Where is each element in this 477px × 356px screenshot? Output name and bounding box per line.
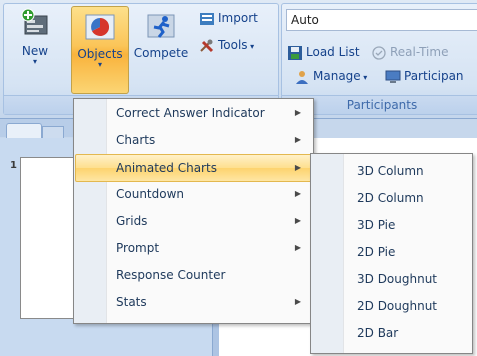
submenu-arrow-icon: ▶: [294, 108, 301, 117]
menu-item-label: 3D Pie: [357, 218, 396, 232]
menu-item-2d-pie[interactable]: 2D Pie: [313, 239, 470, 265]
menu-item-correct-answer-indicator[interactable]: Correct Answer Indicator ▶: [76, 100, 311, 126]
realtime-label: Real-Time: [390, 45, 449, 59]
menu-item-label: 3D Column: [357, 164, 424, 178]
chevron-down-icon: ▾: [360, 73, 368, 82]
objects-button[interactable]: Objects ▾: [71, 6, 129, 94]
tools-icon: [200, 39, 214, 52]
monitor-icon: [385, 70, 401, 83]
menu-item-animated-charts[interactable]: Animated Charts ▶: [75, 154, 312, 182]
manage-button[interactable]: Manage ▾: [294, 67, 367, 85]
chevron-down-icon: ▾: [97, 60, 102, 69]
submenu-arrow-icon: ▶: [294, 189, 301, 198]
save-disk-icon: [288, 45, 302, 60]
compete-button[interactable]: Compete: [131, 6, 191, 92]
menu-item-prompt[interactable]: Prompt ▶: [76, 235, 311, 261]
menu-item-3d-column[interactable]: 3D Column: [313, 158, 470, 184]
menu-item-2d-bar[interactable]: 2D Bar: [313, 320, 470, 346]
import-button[interactable]: Import: [199, 9, 258, 27]
menu-item-label: Stats: [116, 295, 147, 309]
menu-item-label: 2D Pie: [357, 245, 396, 259]
new-label: New: [21, 44, 49, 58]
menu-item-label: 2D Column: [357, 191, 424, 205]
import-label: Import: [218, 11, 258, 25]
new-icon: [21, 8, 48, 35]
objects-menu: Correct Answer Indicator ▶ Charts ▶ Anim…: [73, 98, 314, 324]
menu-item-label: Animated Charts: [116, 161, 217, 175]
realtime-button[interactable]: Real-Time: [371, 43, 448, 61]
tools-button[interactable]: Tools ▾: [199, 36, 254, 54]
menu-item-response-counter[interactable]: Response Counter: [76, 262, 311, 288]
submenu-arrow-icon: ▶: [294, 216, 301, 225]
animated-charts-submenu: 3D Column 2D Column 3D Pie 2D Pie 3D Dou…: [310, 153, 473, 354]
manage-label: Manage: [313, 69, 361, 83]
menu-item-label: 2D Bar: [357, 326, 399, 340]
load-list-button[interactable]: Load List: [287, 43, 360, 61]
menu-item-3d-pie[interactable]: 3D Pie: [313, 212, 470, 238]
menu-item-label: Correct Answer Indicator: [116, 106, 265, 120]
runner-icon: [147, 14, 175, 38]
menu-item-label: Charts: [116, 133, 156, 147]
menu-item-label: 2D Doughnut: [357, 299, 438, 313]
submenu-arrow-icon: ▶: [294, 243, 301, 252]
submenu-arrow-icon: ▶: [294, 297, 301, 306]
menu-item-2d-doughnut[interactable]: 2D Doughnut: [313, 293, 470, 319]
participants-button[interactable]: Participan: [385, 67, 464, 85]
new-button[interactable]: New ▾: [10, 6, 60, 92]
menu-item-label: Grids: [116, 214, 148, 228]
slides-tab[interactable]: [6, 123, 42, 138]
chevron-down-icon: ▾: [32, 57, 37, 66]
chevron-down-icon: ▾: [247, 42, 255, 51]
menu-item-countdown[interactable]: Countdown ▶: [76, 181, 311, 207]
submenu-arrow-icon: ▶: [294, 135, 301, 144]
menu-item-label: 3D Doughnut: [357, 272, 438, 286]
objects-label: Objects: [77, 47, 123, 61]
submenu-arrow-icon: ▶: [294, 163, 301, 172]
import-icon: [200, 12, 214, 25]
menu-item-label: Countdown: [116, 187, 185, 201]
load-list-label: Load List: [306, 45, 360, 59]
auto-input[interactable]: Auto: [286, 9, 477, 31]
menu-item-label: Prompt: [116, 241, 160, 255]
chart-pie-icon: [85, 14, 115, 40]
outline-tab[interactable]: [42, 126, 64, 138]
clock-check-icon: [372, 45, 386, 60]
menu-item-2d-column[interactable]: 2D Column: [313, 185, 470, 211]
menu-item-grids[interactable]: Grids ▶: [76, 208, 311, 234]
participants-label: Participan: [404, 69, 464, 83]
user-icon: [296, 70, 308, 84]
menu-item-label: Response Counter: [116, 268, 226, 282]
slide-number: 1: [10, 160, 17, 171]
tools-label: Tools: [218, 38, 248, 52]
menu-item-stats[interactable]: Stats ▶: [76, 289, 311, 315]
compete-label: Compete: [133, 46, 189, 60]
menu-item-charts[interactable]: Charts ▶: [76, 127, 311, 153]
menu-item-3d-doughnut[interactable]: 3D Doughnut: [313, 266, 470, 292]
